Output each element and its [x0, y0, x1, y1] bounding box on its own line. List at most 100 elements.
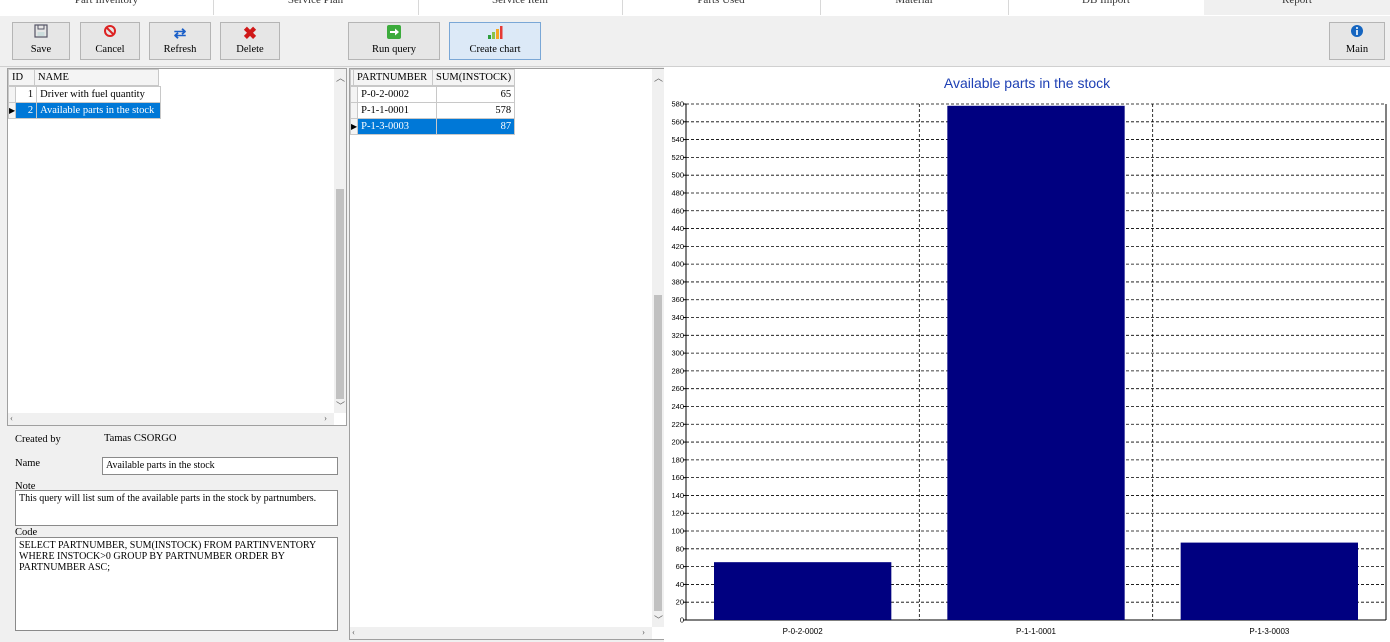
delete-icon: ✖	[242, 24, 258, 43]
y-tick-label: 200	[671, 438, 684, 447]
row-indicator	[8, 86, 17, 103]
results-rows: P-0-2-0002 65 P-1-1-0001 578 ▶ P-1-3-000…	[350, 86, 516, 135]
table-row[interactable]: P-1-1-0001 578	[350, 102, 516, 119]
sum-instock-cell[interactable]: 578	[436, 102, 516, 119]
main-label: Main	[1345, 44, 1369, 55]
tab-material[interactable]: Material	[820, 0, 1009, 15]
y-tick-label: 340	[671, 313, 684, 322]
y-tick-label: 100	[671, 527, 684, 536]
row-indicator	[350, 86, 359, 103]
partnumber-cell[interactable]: P-1-3-0003	[357, 118, 438, 135]
column-header-id[interactable]: ID	[8, 69, 35, 86]
column-header-partnumber[interactable]: PARTNUMBER	[353, 69, 433, 86]
scroll-down-icon[interactable]: ﹀	[654, 613, 663, 626]
table-row[interactable]: ▶ P-1-3-0003 87	[350, 118, 516, 135]
create-chart-label: Create chart	[469, 44, 521, 55]
y-tick-label: 500	[671, 171, 684, 180]
query-name-cell[interactable]: Driver with fuel quantity	[36, 86, 162, 103]
scroll-up-icon[interactable]: ︿	[336, 71, 345, 84]
column-header-name[interactable]: NAME	[34, 69, 159, 86]
y-tick-label: 80	[676, 544, 684, 553]
y-tick-label: 360	[671, 295, 684, 304]
query-name-cell[interactable]: Available parts in the stock	[36, 102, 162, 119]
delete-label: Delete	[236, 44, 264, 55]
save-label: Save	[30, 44, 52, 55]
y-tick-label: 300	[671, 349, 684, 358]
x-tick-label: P-1-3-0003	[1249, 627, 1290, 636]
vertical-scrollbar[interactable]: ︿ ﹀	[652, 69, 664, 627]
cancel-icon	[81, 24, 139, 44]
main-button[interactable]: Main	[1329, 22, 1385, 60]
tab-service-item[interactable]: Service Item	[418, 0, 623, 15]
code-field[interactable]: SELECT PARTNUMBER, SUM(INSTOCK) FROM PAR…	[15, 537, 338, 631]
y-tick-label: 260	[671, 384, 684, 393]
scroll-right-icon[interactable]: ›	[642, 627, 645, 637]
name-field[interactable]: Available parts in the stock	[102, 457, 338, 475]
tab-service-plan[interactable]: Service Plan	[213, 0, 419, 15]
y-tick-label: 280	[671, 366, 684, 375]
horizontal-scrollbar[interactable]: ‹ ›	[350, 627, 652, 639]
run-query-button[interactable]: Run query	[348, 22, 440, 60]
queries-table: ID NAME	[8, 69, 159, 86]
query-id-cell[interactable]: 2	[15, 102, 38, 119]
x-tick-label: P-1-1-0001	[1016, 627, 1057, 636]
query-id-cell[interactable]: 1	[15, 86, 38, 103]
bar	[714, 562, 892, 620]
y-tick-label: 40	[676, 580, 684, 589]
tab-db-import[interactable]: DB Import	[1008, 0, 1205, 15]
cancel-label: Cancel	[95, 44, 125, 55]
query-detail-form: Created by Tamas CSORGO Name Available p…	[10, 428, 345, 638]
queries-grid[interactable]: ID NAME 1 Driver with fuel quantity ▶ 2 …	[7, 68, 347, 426]
tab-parts-used[interactable]: Parts Used	[622, 0, 821, 15]
tab-part-inventory[interactable]: Part Inventory	[0, 0, 214, 15]
toolbar: Save Cancel ⇄ Refresh ✖ Delete Run query…	[0, 16, 1390, 67]
sum-instock-cell[interactable]: 65	[436, 86, 516, 103]
scroll-thumb[interactable]	[654, 295, 662, 611]
bar-chart-icon	[450, 24, 540, 44]
x-tick-label: P-0-2-0002	[783, 627, 824, 636]
chart-panel: Available parts in the stock 0 20 40 60 80 10…	[664, 67, 1390, 642]
y-tick-label: 140	[671, 491, 684, 500]
table-row[interactable]: 1 Driver with fuel quantity	[8, 86, 162, 103]
current-row-icon: ▶	[8, 102, 17, 119]
y-tick-label: 120	[671, 509, 684, 518]
y-tick-label: 60	[676, 562, 684, 571]
y-tick-label: 220	[671, 420, 684, 429]
horizontal-scrollbar[interactable]: ‹ ›	[8, 413, 334, 425]
partnumber-cell[interactable]: P-1-1-0001	[357, 102, 438, 119]
y-tick-label: 400	[671, 260, 684, 269]
scroll-up-icon[interactable]: ︿	[654, 71, 663, 84]
tab-report[interactable]: Report	[1204, 0, 1390, 15]
row-indicator	[350, 102, 359, 119]
info-icon	[1330, 24, 1384, 44]
scroll-right-icon[interactable]: ›	[324, 413, 327, 423]
scroll-thumb[interactable]	[336, 189, 344, 399]
y-tick-label: 580	[671, 100, 684, 109]
vertical-scrollbar[interactable]: ︿ ﹀	[334, 69, 346, 413]
sum-instock-cell[interactable]: 87	[436, 118, 516, 135]
create-chart-button[interactable]: Create chart	[449, 22, 541, 60]
table-row[interactable]: ▶ 2 Available parts in the stock	[8, 102, 162, 119]
y-tick-label: 520	[671, 153, 684, 162]
results-grid[interactable]: PARTNUMBER SUM(INSTOCK) P-0-2-0002 65 P-…	[349, 68, 665, 640]
partnumber-cell[interactable]: P-0-2-0002	[357, 86, 438, 103]
y-tick-label: 460	[671, 206, 684, 215]
scroll-left-icon[interactable]: ‹	[352, 627, 355, 637]
save-button[interactable]: Save	[12, 22, 70, 60]
scroll-left-icon[interactable]: ‹	[10, 413, 13, 423]
save-icon	[13, 24, 69, 44]
bar	[947, 105, 1125, 621]
scroll-down-icon[interactable]: ﹀	[336, 399, 345, 412]
queries-rows: 1 Driver with fuel quantity ▶ 2 Availabl…	[8, 86, 162, 119]
delete-button[interactable]: ✖ Delete	[220, 22, 280, 60]
table-row[interactable]: P-0-2-0002 65	[350, 86, 516, 103]
column-header-sum-instock[interactable]: SUM(INSTOCK)	[431, 69, 516, 86]
cancel-button[interactable]: Cancel	[80, 22, 140, 60]
note-field[interactable]: This query will list sum of the availabl…	[15, 490, 338, 526]
y-tick-label: 180	[671, 455, 684, 464]
y-tick-label: 480	[671, 188, 684, 197]
y-tick-label: 20	[676, 598, 684, 607]
y-tick-label: 380	[671, 277, 684, 286]
refresh-button[interactable]: ⇄ Refresh	[149, 22, 211, 60]
name-label: Name	[15, 458, 41, 469]
